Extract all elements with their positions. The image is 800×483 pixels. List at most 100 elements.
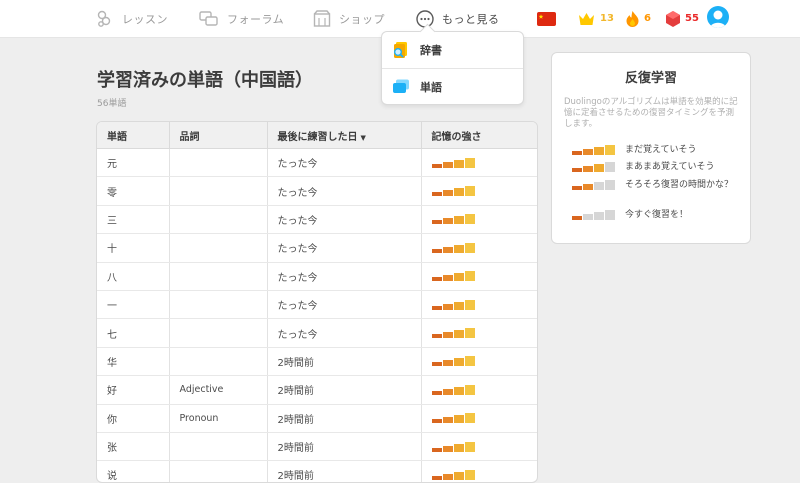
strength-bar-segment	[454, 188, 464, 196]
last-practiced-cell: たった今	[267, 177, 421, 205]
part-of-speech-cell	[169, 177, 267, 205]
last-practiced-cell: たった今	[267, 319, 421, 347]
nav-lessons[interactable]: レッスン	[96, 0, 168, 37]
strength-bar-segment	[432, 391, 442, 395]
last-practiced-cell: 2時間前	[267, 432, 421, 460]
streak-counter[interactable]: 6	[626, 0, 651, 37]
word-count: 56単語	[97, 96, 126, 109]
table-row[interactable]: 零 たった今	[97, 177, 537, 205]
legend-label: 今すぐ復習を！	[625, 209, 755, 221]
strength-bars	[432, 442, 538, 452]
strength-bar-segment	[432, 192, 442, 196]
strength-bar-segment	[454, 444, 464, 452]
table-row[interactable]: 三たった今	[97, 205, 537, 233]
legend-label: まあまあ覚えていそう	[625, 161, 755, 173]
nav-forum[interactable]: フォーラム	[199, 0, 284, 37]
word-cell[interactable]: 八	[97, 262, 169, 290]
strength-bar-segment	[583, 166, 593, 172]
dropdown-item-words[interactable]: 単語	[382, 69, 523, 105]
avatar[interactable]	[707, 6, 729, 28]
words-icon	[392, 79, 410, 95]
table-row[interactable]: 元たった今	[97, 149, 537, 177]
sort-down-icon: ▼	[361, 134, 366, 142]
word-cell[interactable]: 七	[97, 319, 169, 347]
word-cell[interactable]: 一	[97, 290, 169, 318]
page-title: 学習済みの単語（中国語）	[97, 66, 313, 92]
strength-bar-segment	[432, 448, 442, 452]
table-row[interactable]: 七 たった今	[97, 319, 537, 347]
strength-cell	[421, 432, 537, 460]
strength-bars	[432, 385, 538, 395]
table-row[interactable]: 一 たった今	[97, 290, 537, 318]
strength-bar-segment	[465, 413, 475, 423]
part-of-speech-cell	[169, 461, 267, 483]
last-practiced-cell: 2時間前	[267, 461, 421, 483]
word-cell[interactable]: 好	[97, 376, 169, 404]
strength-bar-segment	[432, 362, 442, 366]
strength-bars	[432, 470, 538, 480]
strength-bar-segment	[443, 360, 453, 366]
table-row[interactable]: 十たった今	[97, 234, 537, 262]
nav-shop[interactable]: ショップ	[313, 0, 385, 37]
strength-bar-segment	[454, 302, 464, 310]
strength-bar-segment	[432, 164, 442, 168]
strength-bar-segment	[465, 186, 475, 196]
word-cell[interactable]: 张	[97, 432, 169, 460]
strength-bar-segment	[443, 275, 453, 281]
strength-bar-segment	[443, 389, 453, 395]
strength-bar-segment	[465, 243, 475, 253]
table-row[interactable]: 华2時間前	[97, 347, 537, 375]
gems-counter[interactable]: 55	[666, 0, 699, 37]
strength-cell	[421, 205, 537, 233]
table-row[interactable]: 你Pronoun2時間前	[97, 404, 537, 432]
legend-item: そろそろ復習の時間かな？	[572, 179, 755, 191]
strength-bar-segment	[465, 385, 475, 395]
strength-bars	[432, 158, 538, 168]
strength-bar-segment	[454, 245, 464, 253]
strength-cell	[421, 290, 537, 318]
legend-item: 今すぐ復習を！	[572, 209, 755, 221]
strength-bar-segment	[605, 180, 615, 190]
panel-description: Duolingoのアルゴリズムは単語を効果的に記憶に定着させるための復習タイミン…	[564, 97, 742, 130]
strength-cell	[421, 149, 537, 177]
gems-count: 55	[685, 13, 699, 24]
strength-bar-segment	[432, 306, 442, 310]
column-header-word[interactable]: 単語	[97, 122, 169, 149]
word-cell[interactable]: 三	[97, 205, 169, 233]
strength-cell	[421, 461, 537, 483]
strength-bar-segment	[594, 182, 604, 190]
column-header-part-of-speech[interactable]: 品詞	[169, 122, 267, 149]
dropdown-item-dictionary-label: 辞書	[420, 42, 442, 58]
strength-bar-segment	[465, 356, 475, 366]
strength-bar-segment	[572, 168, 582, 172]
nav-forum-label: フォーラム	[227, 11, 284, 27]
last-practiced-cell: たった今	[267, 290, 421, 318]
table-row[interactable]: 说 2時間前	[97, 461, 537, 483]
word-cell[interactable]: 十	[97, 234, 169, 262]
legend-label: まだ覚えていそう	[625, 144, 755, 156]
strength-bars	[432, 243, 538, 253]
china-flag-icon	[537, 12, 556, 26]
word-cell[interactable]: 元	[97, 149, 169, 177]
strength-bars	[572, 162, 615, 172]
strength-bars	[572, 180, 615, 190]
strength-bar-segment	[454, 472, 464, 480]
word-cell[interactable]: 说	[97, 461, 169, 483]
language-flag-button[interactable]	[537, 0, 561, 37]
column-header-last-practiced[interactable]: 最後に練習した日▼	[267, 122, 421, 149]
more-dropdown-menu: 辞書 単語	[381, 31, 524, 105]
word-cell[interactable]: 华	[97, 347, 169, 375]
strength-bar-segment	[443, 218, 453, 224]
word-cell[interactable]: 你	[97, 404, 169, 432]
strength-bar-segment	[443, 304, 453, 310]
dropdown-item-dictionary[interactable]: 辞書	[382, 32, 523, 68]
table-body: 元たった今零たった今三たった今十たった今八たった今一たった今七たった今华2時間前…	[97, 149, 537, 483]
table-row[interactable]: 张 2時間前	[97, 432, 537, 460]
strength-bar-segment	[572, 186, 582, 190]
table-row[interactable]: 八たった今	[97, 262, 537, 290]
word-cell[interactable]: 零	[97, 177, 169, 205]
table-row[interactable]: 好Adjective2時間前	[97, 376, 537, 404]
lessons-icon	[96, 10, 114, 28]
column-header-strength[interactable]: 記憶の強さ	[421, 122, 537, 149]
crowns-counter[interactable]: 13	[578, 0, 614, 37]
